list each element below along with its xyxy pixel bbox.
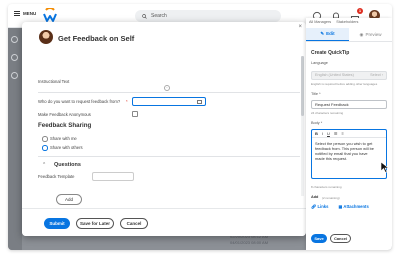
- eye-icon: ◉: [359, 31, 364, 37]
- submit-button[interactable]: Submit: [44, 218, 70, 229]
- required-marker: *: [126, 99, 128, 104]
- feedback-modal: Get Feedback on Self × Instructional Tex…: [22, 22, 306, 236]
- share-with-others-radio[interactable]: [42, 145, 48, 151]
- language-value: English (United States): [315, 73, 354, 77]
- add-label: Add: [311, 195, 319, 199]
- rail-icon: [11, 72, 18, 79]
- add-button[interactable]: Add: [56, 194, 82, 205]
- title-value: Request Feedback: [315, 102, 349, 107]
- attachments-button[interactable]: ▦ Attachments: [338, 204, 368, 210]
- tab-preview[interactable]: ◉ Preview: [349, 28, 392, 41]
- notification-badge: 1: [357, 7, 363, 14]
- language-select[interactable]: English (United States) Select ›: [311, 71, 387, 80]
- share-with-me-label: Share with me: [50, 136, 77, 141]
- save-button[interactable]: Save: [311, 234, 327, 243]
- mouse-cursor-icon: [380, 161, 390, 173]
- body-text: Select the person you wish to get feedba…: [315, 141, 374, 161]
- underline-icon[interactable]: U: [327, 130, 330, 137]
- bold-icon[interactable]: B: [315, 130, 318, 137]
- scrollbar[interactable]: [301, 56, 304, 196]
- body-editor[interactable]: B I U ☰ ≡ Select the person you wish to …: [311, 129, 387, 179]
- list-icon[interactable]: [197, 99, 202, 104]
- chevron-down-icon: Select ›: [370, 73, 383, 77]
- body-label: Body *: [311, 121, 323, 125]
- feedback-from-input[interactable]: [132, 97, 206, 106]
- hamburger-icon: [14, 11, 20, 16]
- search-placeholder: Search: [151, 13, 167, 19]
- title-input[interactable]: Request Feedback: [311, 100, 387, 109]
- search-input[interactable]: Search: [135, 10, 281, 22]
- menu-button[interactable]: MENU: [14, 11, 36, 16]
- modal-footer: Submit Save for Later Cancel: [22, 208, 306, 236]
- save-for-later-button[interactable]: Save for Later: [76, 218, 114, 229]
- logo-icon[interactable]: [43, 8, 57, 23]
- editor-toolbar: B I U ☰ ≡: [312, 130, 386, 138]
- bullet-list-icon[interactable]: ☰: [334, 130, 338, 137]
- numbered-list-icon[interactable]: ≡: [342, 130, 344, 137]
- share-with-others-label: Share with others: [50, 145, 83, 150]
- attachments-label: Attachments: [343, 204, 369, 209]
- modal-header: Get Feedback on Self ×: [22, 22, 306, 56]
- link-icon: 🔗︎: [311, 204, 317, 209]
- add-counter: (2 remaining): [322, 196, 340, 200]
- divider: [38, 156, 300, 157]
- menu-label: MENU: [23, 11, 37, 16]
- modal-title: Get Feedback on Self: [58, 34, 135, 43]
- tab-edit-label: Edit: [326, 31, 335, 36]
- rail-icon: [11, 36, 18, 43]
- italic-icon[interactable]: I: [322, 130, 323, 137]
- anonymous-label: Make Feedback Anonymous: [38, 112, 91, 117]
- template-label: Feedback Template: [38, 174, 75, 179]
- divider: [38, 92, 300, 93]
- title-counter: 24 characters remaining: [311, 111, 344, 115]
- avatar: [39, 30, 53, 44]
- background-date: 04/01/2023 08:00 AM: [230, 240, 269, 245]
- share-with-me-radio[interactable]: [42, 136, 48, 142]
- tab-all-managers[interactable]: All Managers: [309, 20, 331, 24]
- tab-edit[interactable]: ✎ Edit: [306, 28, 349, 41]
- panel-tabs: ✎ Edit ◉ Preview: [306, 28, 392, 42]
- left-rail: [8, 28, 22, 250]
- quicktip-panel: All Managers Stakeholders ✎ Edit ◉ Previ…: [306, 18, 392, 250]
- chevron-up-icon[interactable]: ⌃: [42, 162, 46, 168]
- body-counter: 8 characters remaining: [311, 185, 342, 189]
- links-button[interactable]: 🔗︎ Links: [311, 204, 328, 210]
- tab-stakeholders[interactable]: Stakeholders: [336, 20, 358, 24]
- feedback-template-input[interactable]: [92, 172, 134, 181]
- ask-field-label: Who do you want to request feedback from…: [38, 99, 121, 104]
- rail-icon: [11, 54, 18, 61]
- sharing-heading: Feedback Sharing: [38, 122, 92, 129]
- plus-circle-icon[interactable]: ·: [164, 85, 170, 91]
- instructional-text-label: Instructional Text: [38, 79, 70, 84]
- anonymous-checkbox[interactable]: [132, 111, 138, 117]
- language-label: Language: [311, 61, 328, 65]
- panel-cancel-button[interactable]: Cancel: [330, 234, 351, 243]
- panel-top-tabs: All Managers Stakeholders: [306, 18, 392, 27]
- attachment-icon: ▦: [338, 204, 343, 209]
- pencil-icon: ✎: [320, 31, 325, 36]
- questions-heading: Questions: [54, 162, 81, 168]
- title-label: Title *: [311, 92, 321, 96]
- search-icon: [142, 13, 147, 19]
- cancel-button[interactable]: Cancel: [120, 218, 148, 229]
- tab-preview-label: Preview: [365, 31, 382, 37]
- panel-heading: Create QuickTip: [311, 50, 350, 56]
- app-window: MENU Search 1 02/20/2023 08:12 AM 04/01/…: [8, 4, 392, 250]
- language-action: Select: [370, 73, 381, 77]
- close-icon[interactable]: ×: [298, 24, 302, 30]
- language-help: English is required before adding other …: [311, 82, 378, 86]
- links-label: Links: [317, 204, 329, 209]
